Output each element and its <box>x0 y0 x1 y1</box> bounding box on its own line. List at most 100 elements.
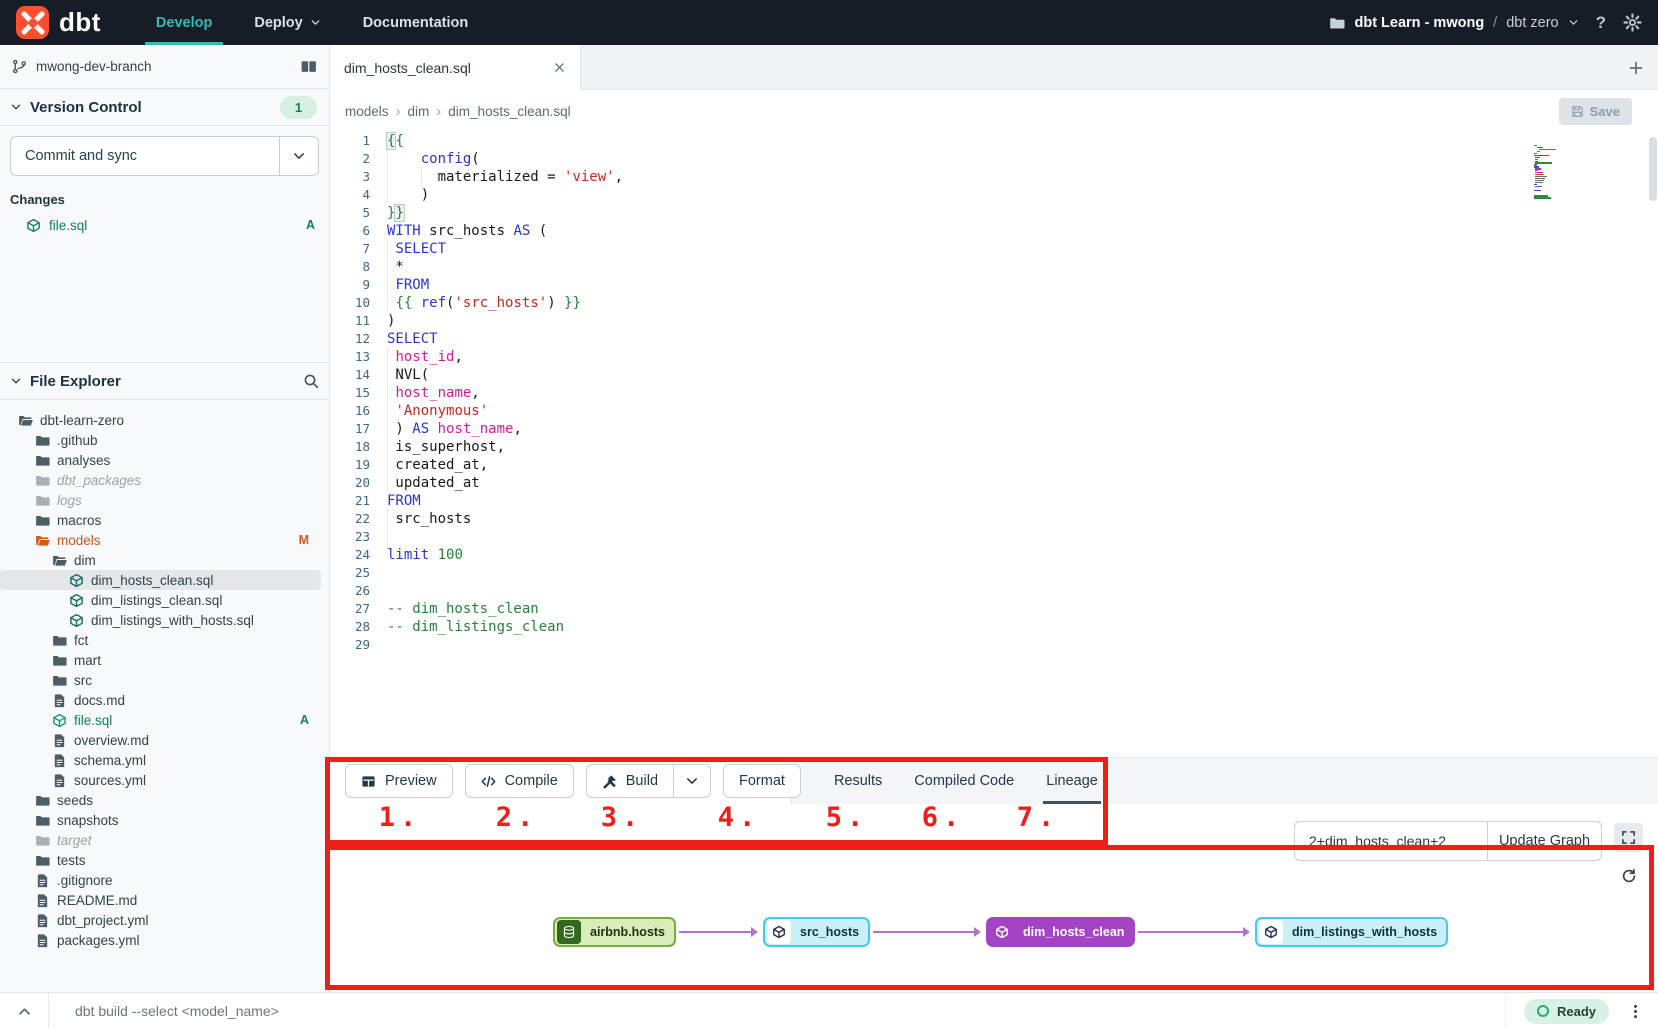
file-explorer-header[interactable]: File Explorer <box>0 362 329 400</box>
code-line[interactable]: 21FROM <box>330 492 1658 510</box>
folder-icon <box>52 653 67 668</box>
code-line[interactable]: 13 host_id, <box>330 348 1658 366</box>
code-line[interactable]: 1{{ <box>330 132 1658 150</box>
code-line[interactable]: 7 SELECT <box>330 240 1658 258</box>
file-tree-item[interactable]: README.md <box>0 890 321 910</box>
code-line[interactable]: 29 <box>330 636 1658 654</box>
changed-file-item[interactable]: file.sql A <box>26 214 329 236</box>
tab-dim-hosts-clean[interactable]: dim_hosts_clean.sql <box>330 45 581 90</box>
code-line[interactable]: 8 * <box>330 258 1658 276</box>
code-line[interactable]: 12SELECT <box>330 330 1658 348</box>
file-name: schema.yml <box>74 753 146 768</box>
file-tree-item[interactable]: file.sqlA <box>0 710 321 730</box>
code-line[interactable]: 20 updated_at <box>330 474 1658 492</box>
dbt-logo-icon <box>16 6 49 39</box>
code-line[interactable]: 17 ) AS host_name, <box>330 420 1658 438</box>
format-button[interactable]: Format <box>723 764 801 798</box>
code-line[interactable]: 25 <box>330 564 1658 582</box>
nav-documentation[interactable]: Documentation <box>342 0 490 45</box>
code-line[interactable]: 5}} <box>330 204 1658 222</box>
file-tree-item[interactable]: dim_listings_with_hosts.sql <box>0 610 321 630</box>
code-line[interactable]: 6WITH src_hosts AS ( <box>330 222 1658 240</box>
lineage-selector-input[interactable] <box>1294 821 1488 861</box>
code-line[interactable]: 10 {{ ref('src_hosts') }} <box>330 294 1658 312</box>
preview-button[interactable]: Preview <box>345 764 453 798</box>
file-tree-item[interactable]: packages.yml <box>0 930 321 950</box>
lineage-node[interactable]: dim_hosts_clean <box>986 917 1135 947</box>
code-line[interactable]: 9 FROM <box>330 276 1658 294</box>
editor-minimap[interactable] <box>1534 145 1562 201</box>
update-graph-button[interactable]: Update Graph <box>1488 821 1602 861</box>
save-button[interactable]: Save <box>1559 98 1632 125</box>
chevron-up-icon[interactable] <box>0 1004 48 1019</box>
build-button[interactable]: Build <box>586 764 674 798</box>
file-tree-item[interactable]: tests <box>0 850 321 870</box>
nav-develop[interactable]: Develop <box>135 0 233 45</box>
file-tree-item[interactable]: dbt_packages <box>0 470 321 490</box>
code-line[interactable]: 11) <box>330 312 1658 330</box>
file-tree-item[interactable]: docs.md <box>0 690 321 710</box>
code-line[interactable]: 2 config( <box>330 150 1658 168</box>
lineage-node[interactable]: airbnb.hosts <box>553 917 676 947</box>
file-tree-item[interactable]: dbt-learn-zero <box>0 410 321 430</box>
nav-deploy[interactable]: Deploy <box>233 0 341 45</box>
gear-icon[interactable] <box>1623 13 1642 32</box>
file-tree-item[interactable]: mart <box>0 650 321 670</box>
file-tree-item[interactable]: dim <box>0 550 321 570</box>
file-tree-item[interactable]: modelsM <box>0 530 321 550</box>
file-tree-item[interactable]: .gitignore <box>0 870 321 890</box>
code-line[interactable]: 4 ) <box>330 186 1658 204</box>
lineage-node[interactable]: src_hosts <box>763 917 870 947</box>
file-tree-item[interactable]: fct <box>0 630 321 650</box>
code-line[interactable]: 16 'Anonymous' <box>330 402 1658 420</box>
file-tree-item[interactable]: logs <box>0 490 321 510</box>
file-tree-item[interactable]: dbt_project.yml <box>0 910 321 930</box>
close-icon[interactable] <box>553 61 566 74</box>
file-tree-item[interactable]: schema.yml <box>0 750 321 770</box>
editor-scrollbar[interactable] <box>1649 137 1657 201</box>
build-options-caret[interactable] <box>673 764 711 798</box>
code-line[interactable]: 23 <box>330 528 1658 546</box>
lineage-node[interactable]: dim_listings_with_hosts <box>1255 917 1448 947</box>
project-selector[interactable]: dbt Learn - mwong / dbt zero <box>1329 15 1578 31</box>
code-editor[interactable]: 1{{2 config(3 materialized = 'view',4 )5… <box>330 132 1658 757</box>
search-icon[interactable] <box>303 373 319 389</box>
code-line[interactable]: 24limit 100 <box>330 546 1658 564</box>
file-explorer: File Explorer dbt-learn-zero.githubanaly… <box>0 362 329 992</box>
code-line[interactable]: 15 host_name, <box>330 384 1658 402</box>
dbt-logo[interactable]: dbt <box>16 6 101 39</box>
tab-compiled-code[interactable]: Compiled Code <box>911 758 1017 804</box>
new-tab-icon[interactable] <box>1628 60 1644 76</box>
file-tree-item[interactable]: analyses <box>0 450 321 470</box>
chevron-down-icon <box>10 101 22 113</box>
code-line[interactable]: 19 created_at, <box>330 456 1658 474</box>
file-tree-item[interactable]: snapshots <box>0 810 321 830</box>
git-branch-icon <box>12 59 27 74</box>
commit-options-caret[interactable] <box>279 137 318 175</box>
code-line[interactable]: 26 <box>330 582 1658 600</box>
panels-toggle-icon[interactable] <box>300 58 317 75</box>
file-tree-item[interactable]: seeds <box>0 790 321 810</box>
file-tree-item[interactable]: sources.yml <box>0 770 321 790</box>
file-tree-item[interactable]: target <box>0 830 321 850</box>
code-line[interactable]: 28-- dim_listings_clean <box>330 618 1658 636</box>
file-tree-item[interactable]: src <box>0 670 321 690</box>
compile-button[interactable]: Compile <box>465 764 574 798</box>
file-tree-item[interactable]: macros <box>0 510 321 530</box>
code-line[interactable]: 18 is_superhost, <box>330 438 1658 456</box>
code-line[interactable]: 14 NVL( <box>330 366 1658 384</box>
command-input[interactable] <box>73 1002 1079 1020</box>
file-tree-item[interactable]: dim_listings_clean.sql <box>0 590 321 610</box>
file-tree-item[interactable]: .github <box>0 430 321 450</box>
file-tree-item[interactable]: overview.md <box>0 730 321 750</box>
file-tree-item[interactable]: dim_hosts_clean.sql <box>0 570 321 590</box>
tab-lineage[interactable]: Lineage <box>1043 758 1101 804</box>
tab-results[interactable]: Results <box>831 758 885 804</box>
commit-and-sync-button[interactable]: Commit and sync <box>10 136 319 176</box>
code-line[interactable]: 27-- dim_hosts_clean <box>330 600 1658 618</box>
code-line[interactable]: 3 materialized = 'view', <box>330 168 1658 186</box>
code-line[interactable]: 22 src_hosts <box>330 510 1658 528</box>
version-control-header[interactable]: Version Control 1 <box>0 89 329 126</box>
kebab-menu-icon[interactable] <box>1627 1003 1644 1020</box>
help-icon[interactable]: ? <box>1594 13 1608 33</box>
